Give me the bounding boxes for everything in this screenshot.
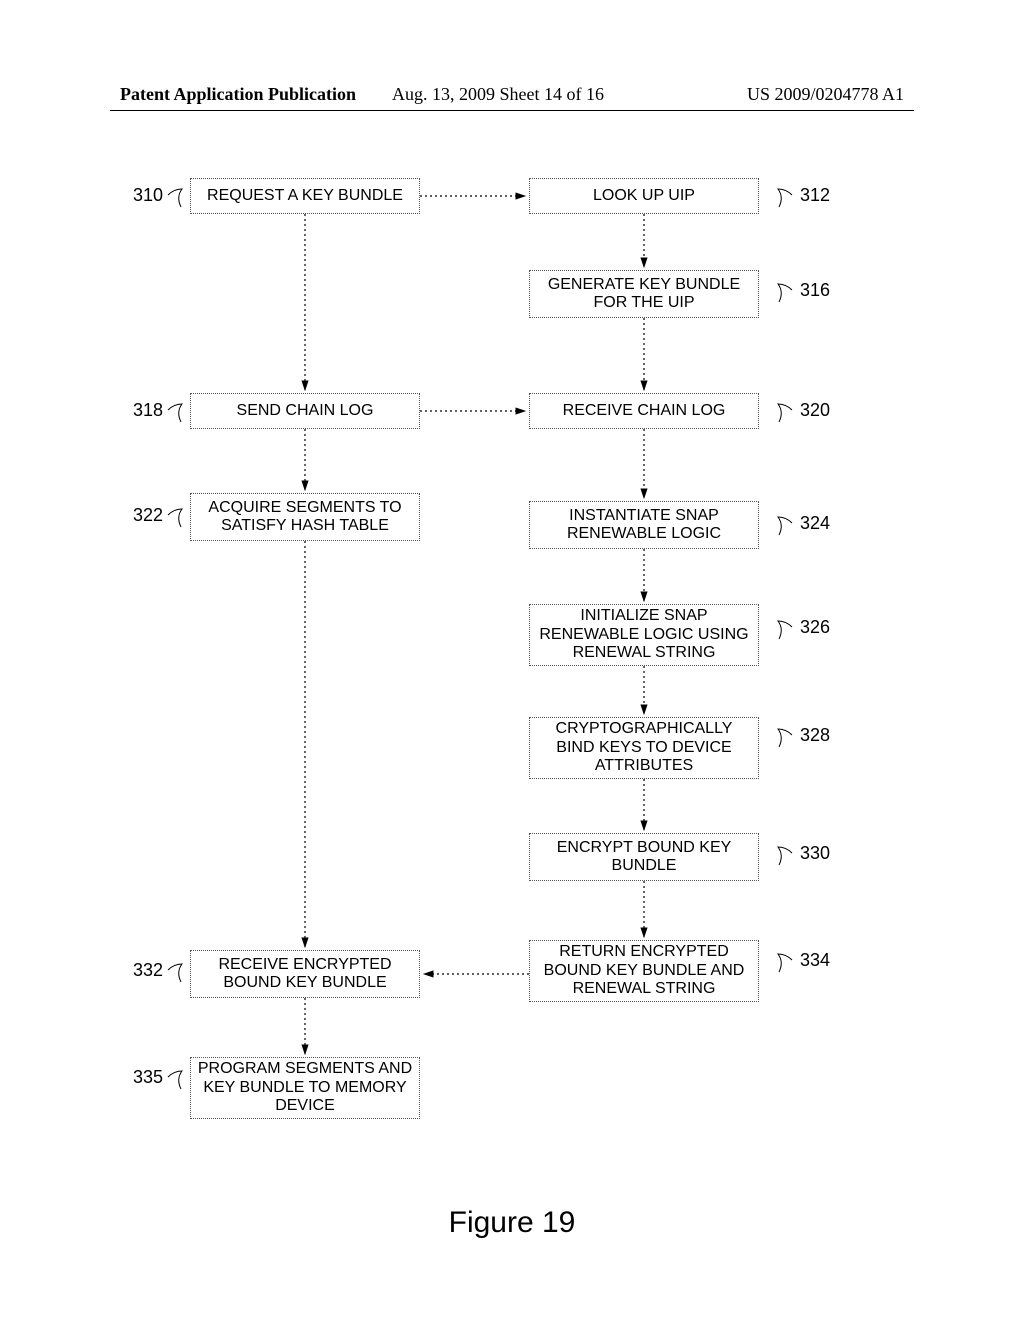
box-send-chain-log: SEND CHAIN LOG <box>190 393 420 429</box>
ref-318: 318 <box>133 400 163 421</box>
ref-310: 310 <box>133 185 163 206</box>
ref-330: 330 <box>800 843 830 864</box>
ref-312: 312 <box>800 185 830 206</box>
ref-335: 335 <box>133 1067 163 1088</box>
box-bind-keys: CRYPTOGRAPHICALLY BIND KEYS TO DEVICE AT… <box>529 717 759 779</box>
box-encrypt-bound: ENCRYPT BOUND KEY BUNDLE <box>529 833 759 881</box>
ref-322: 322 <box>133 505 163 526</box>
ref-316: 316 <box>800 280 830 301</box>
ref-328: 328 <box>800 725 830 746</box>
box-look-up-uip: LOOK UP UIP <box>529 178 759 214</box>
page: Patent Application Publication Aug. 13, … <box>0 0 1024 1320</box>
ref-326: 326 <box>800 617 830 638</box>
box-receive-encrypted: RECEIVE ENCRYPTED BOUND KEY BUNDLE <box>190 950 420 998</box>
box-request-key-bundle: REQUEST A KEY BUNDLE <box>190 178 420 214</box>
box-program-segments: PROGRAM SEGMENTS AND KEY BUNDLE TO MEMOR… <box>190 1057 420 1119</box>
ref-324: 324 <box>800 513 830 534</box>
box-acquire-segments: ACQUIRE SEGMENTS TO SATISFY HASH TABLE <box>190 493 420 541</box>
box-return-encrypted: RETURN ENCRYPTED BOUND KEY BUNDLE AND RE… <box>529 940 759 1002</box>
ref-332: 332 <box>133 960 163 981</box>
ref-334: 334 <box>800 950 830 971</box>
flowchart: REQUEST A KEY BUNDLE 310 LOOK UP UIP 312… <box>0 0 1024 1320</box>
box-generate-key-bundle: GENERATE KEY BUNDLE FOR THE UIP <box>529 270 759 318</box>
box-receive-chain-log: RECEIVE CHAIN LOG <box>529 393 759 429</box>
ref-320: 320 <box>800 400 830 421</box>
figure-caption: Figure 19 <box>0 1206 1024 1240</box>
box-instantiate-snap: INSTANTIATE SNAP RENEWABLE LOGIC <box>529 501 759 549</box>
box-initialize-snap: INITIALIZE SNAP RENEWABLE LOGIC USING RE… <box>529 604 759 666</box>
